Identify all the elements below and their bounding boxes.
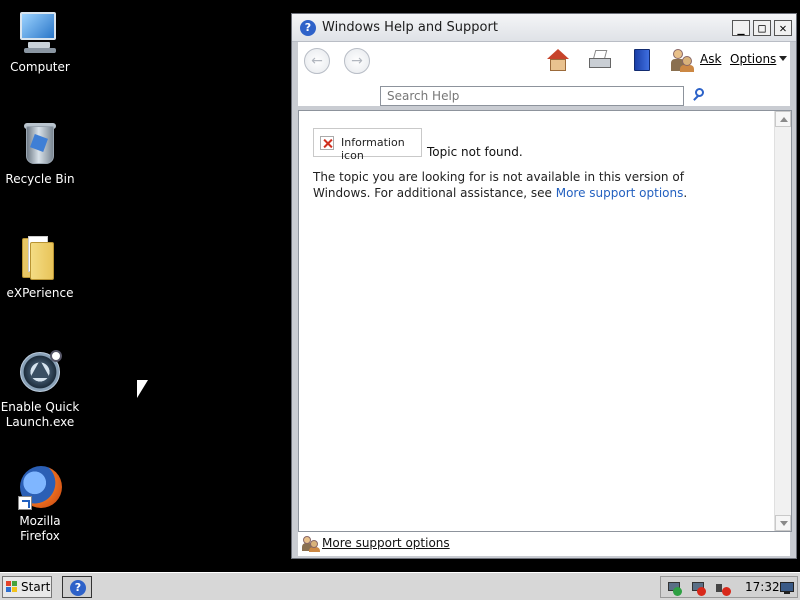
information-image-placeholder: Information icon [313, 128, 422, 162]
desktop-icon-recycle-bin[interactable]: Recycle Bin [0, 120, 80, 187]
help-icon: ? [300, 20, 316, 36]
mouse-cursor-icon [137, 380, 148, 398]
options-button[interactable]: Options [730, 52, 776, 66]
support-label: More support options [322, 536, 450, 550]
topic-title: Topic not found. [427, 145, 523, 159]
toolbar: ← → Ask Options [298, 42, 790, 106]
shortcut-arrow-icon [18, 496, 32, 510]
desktop-icon-label: eXPerience [6, 286, 74, 300]
close-button[interactable]: ✕ [774, 20, 792, 36]
show-desktop-icon[interactable] [779, 580, 795, 596]
window-titlebar[interactable]: ? Windows Help and Support _ □ ✕ [292, 14, 796, 42]
maximize-button[interactable]: □ [753, 20, 771, 36]
taskbar: Start ? 17:32 [0, 572, 800, 600]
options-label: Options [730, 52, 777, 66]
status-bar: More support options [298, 532, 790, 556]
more-support-options-button[interactable]: More support options [322, 536, 450, 550]
network-connected-icon[interactable] [667, 580, 683, 596]
print-icon[interactable] [588, 48, 612, 72]
support-people-icon [302, 534, 320, 552]
minimize-button[interactable]: _ [732, 20, 750, 36]
desktop-icon-label: Enable Quick Launch.exe [0, 400, 80, 429]
desktop-icon-experience[interactable]: eXPerience [0, 234, 80, 301]
search-input[interactable] [380, 86, 684, 106]
desktop-icon-mozilla-firefox[interactable]: Mozilla Firefox [0, 462, 80, 544]
image-alt-text: Information icon [341, 136, 405, 162]
scroll-up-button[interactable] [775, 111, 791, 127]
window-title: Windows Help and Support [322, 20, 498, 35]
clock[interactable]: 17:32 [745, 580, 780, 594]
desktop-icon-label: Recycle Bin [5, 172, 75, 186]
back-button[interactable]: ← [304, 48, 330, 74]
volume-muted-icon[interactable] [715, 580, 731, 596]
browse-help-icon[interactable] [630, 48, 654, 72]
firefox-icon [16, 462, 64, 510]
help-window: ? Windows Help and Support _ □ ✕ ← → Ask… [291, 13, 797, 559]
ask-icon[interactable] [670, 48, 694, 72]
more-support-options-link[interactable]: More support options [556, 186, 684, 200]
broken-image-icon [320, 136, 334, 150]
desktop-icon-label: Computer [10, 60, 70, 74]
help-icon: ? [70, 580, 86, 596]
desktop-icon-enable-quick-launch[interactable]: Enable Quick Launch.exe [0, 348, 80, 430]
chevron-down-icon[interactable] [779, 56, 787, 61]
forward-button[interactable]: → [344, 48, 370, 74]
recycle-bin-icon [16, 120, 64, 168]
desktop-icon-computer[interactable]: Computer [0, 8, 80, 75]
network-disconnected-icon[interactable] [691, 580, 707, 596]
computer-icon [16, 8, 64, 56]
home-icon[interactable] [546, 48, 570, 72]
folder-icon [16, 234, 64, 282]
windows-logo-icon [6, 581, 18, 593]
topic-body: The topic you are looking for is not ava… [313, 169, 723, 201]
topic-body-end: . [683, 186, 688, 200]
taskbar-help-and-support-button[interactable]: ? [62, 576, 92, 598]
quick-launch-icon [16, 348, 64, 396]
help-content: Information icon Topic not found. The to… [298, 110, 792, 532]
scroll-down-button[interactable] [775, 515, 791, 531]
vertical-scrollbar[interactable] [774, 111, 791, 531]
desktop-icon-label: Mozilla Firefox [19, 514, 61, 543]
ask-button[interactable]: Ask [700, 52, 721, 66]
search-icon[interactable] [692, 88, 706, 102]
start-button[interactable]: Start [2, 576, 52, 598]
system-tray: 17:32 [660, 576, 798, 598]
start-label: Start [21, 580, 51, 594]
